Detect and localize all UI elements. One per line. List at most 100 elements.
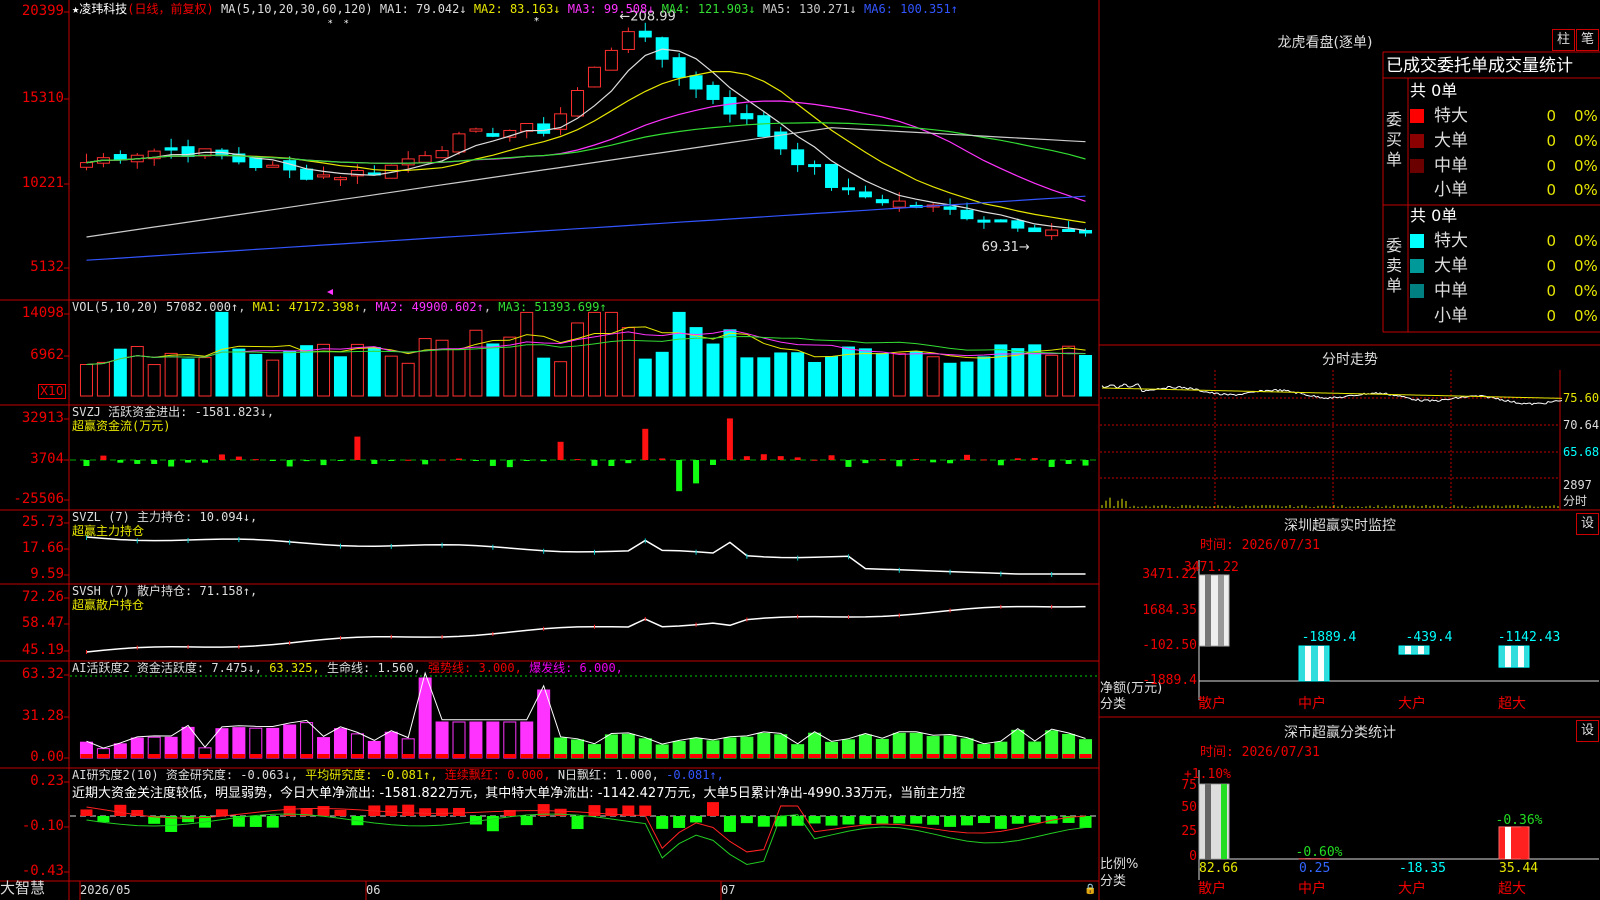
candle[interactable]	[621, 27, 635, 53]
event-marker-icon[interactable]: *	[328, 19, 333, 29]
monitor-settings-button[interactable]: 设	[1576, 513, 1599, 535]
monitor-bar[interactable]	[1498, 645, 1530, 668]
y-tick-svsh-2: 45.19	[21, 642, 64, 658]
buy-row-1-pct: 0%	[1574, 132, 1598, 150]
event-marker-icon[interactable]: *	[534, 16, 539, 27]
y-tick-main-0: 20399	[21, 3, 64, 19]
volume-bar	[283, 350, 297, 397]
monitor-bar[interactable]	[1398, 645, 1430, 655]
volume-bar	[520, 311, 534, 397]
volume-bar	[977, 356, 991, 397]
svzj-bar	[388, 460, 395, 461]
buy-row-2-pct: 0%	[1574, 157, 1598, 175]
candle[interactable]	[994, 219, 1008, 223]
volume-bar	[130, 345, 144, 397]
svzj-bar	[134, 460, 141, 464]
kline-chart-canvas[interactable]: ←208.9969.31→* * *	[0, 0, 1600, 900]
svzj-subtitle: 超赢资金流(万元)	[72, 419, 171, 433]
svzj-bar	[608, 460, 615, 467]
svzj-bar	[760, 454, 767, 460]
volume-bar	[452, 348, 466, 397]
ai2-bar	[808, 816, 821, 824]
ai1-lifeline: 生命线: 1.560,	[327, 661, 421, 675]
svzj-bar	[422, 460, 429, 465]
candle[interactable]	[571, 87, 585, 117]
ma4-value: MA4: 121.903↓	[661, 2, 756, 16]
ai2-bar	[520, 816, 533, 826]
fenshi-tick-5: 分时	[1563, 494, 1588, 508]
candle[interactable]	[587, 66, 601, 88]
lock-icon[interactable]: 🔒	[1084, 882, 1096, 897]
classify-change-3: -0.36%	[1495, 813, 1543, 828]
volume-bar	[1079, 354, 1093, 397]
y-tick-ai1-0: 63.32	[21, 666, 64, 682]
svzj-bar	[456, 458, 462, 460]
sell-total: 共 0单	[1410, 206, 1458, 225]
bar-view-button[interactable]: 柱	[1552, 29, 1575, 51]
ai2-bar	[419, 808, 432, 816]
volume-bar	[943, 362, 957, 397]
ai2-bar	[944, 816, 957, 827]
buy-row-3-count: 0	[1546, 181, 1556, 199]
candle[interactable]	[604, 47, 618, 71]
candle[interactable]	[825, 163, 839, 191]
svzj-bar	[286, 460, 293, 467]
ai2-bar	[690, 816, 703, 823]
monitor-bar-value-1: -1889.4	[1301, 630, 1357, 645]
x-date-jun: 06	[366, 883, 381, 897]
volume-bar	[181, 358, 195, 397]
classify-cat-3: 超大	[1498, 881, 1526, 897]
monitor-time: 时间: 2026/07/31	[1200, 538, 1320, 553]
classify-cat-2: 大户	[1398, 881, 1426, 897]
ai2-bar	[656, 816, 669, 829]
ai2-bar	[910, 816, 923, 824]
ai2-ndays: N日飘红: 1.000,	[557, 768, 659, 782]
volume-bar	[825, 356, 839, 397]
monitor-bar-value-0: 3471.22	[1184, 560, 1239, 575]
volume-bar	[808, 361, 822, 397]
ai2-bar	[639, 805, 652, 816]
volume-bar	[333, 356, 347, 397]
svzj-bar	[235, 456, 242, 460]
svzj-bar	[83, 460, 90, 467]
svzj-bar	[151, 460, 158, 464]
y-tick-ai2-2: -0.43	[21, 863, 64, 879]
buy-row-3-label: 小单	[1434, 180, 1468, 200]
y-tick-ai1-1: 31.28	[21, 708, 64, 724]
buy-row-3-pct: 0%	[1574, 181, 1598, 199]
sell-row-2-count: 0	[1546, 282, 1556, 300]
svzj-bar	[354, 436, 361, 460]
classify-bar[interactable]	[1498, 826, 1530, 860]
ai2-bar	[994, 816, 1007, 829]
ai2-bar	[757, 816, 770, 827]
ma1-value: MA1: 79.042↓	[379, 2, 467, 16]
monitor-bar[interactable]	[1198, 574, 1230, 647]
event-marker-icon[interactable]: *	[344, 19, 349, 29]
y-tick-ai2-0: 0.23	[30, 773, 64, 789]
classify-bar[interactable]	[1198, 783, 1230, 860]
svzj-bar	[337, 460, 344, 461]
svzj-bar	[642, 428, 649, 460]
sell-row-3-pct: 0%	[1574, 307, 1598, 325]
buy-row-0-count: 0	[1546, 107, 1556, 125]
ai2-bar	[554, 808, 567, 816]
ai1-bar	[452, 721, 466, 759]
buy-row-0-label: 特大	[1434, 106, 1468, 126]
volume-bar	[672, 311, 686, 397]
ai1-bar	[537, 689, 551, 759]
monitor-bar[interactable]	[1298, 645, 1330, 682]
ai2-bar	[453, 807, 465, 816]
ai2-bar	[571, 816, 584, 830]
main-chart-header: ★凌玮科技(日线，前复权) MA(5,10,20,30,60,120) MA1:…	[72, 2, 958, 17]
period-mode[interactable]: (日线，前复权)	[127, 2, 213, 16]
ai2-title: AI研究度2(10)	[72, 768, 159, 782]
volume-bar	[587, 311, 601, 397]
ai2-research: 资金研究度: -0.063↓,	[165, 768, 299, 782]
ai1-bar	[469, 721, 483, 759]
volume-bar	[994, 344, 1008, 397]
classify-tick-2: 25	[1181, 824, 1197, 839]
classify-settings-button[interactable]: 设	[1576, 720, 1599, 742]
monitor-cat-0: 散户	[1198, 696, 1226, 712]
vol-ma2: MA2: 49900.602↑	[375, 300, 484, 314]
tick-view-button[interactable]: 笔	[1576, 29, 1599, 51]
